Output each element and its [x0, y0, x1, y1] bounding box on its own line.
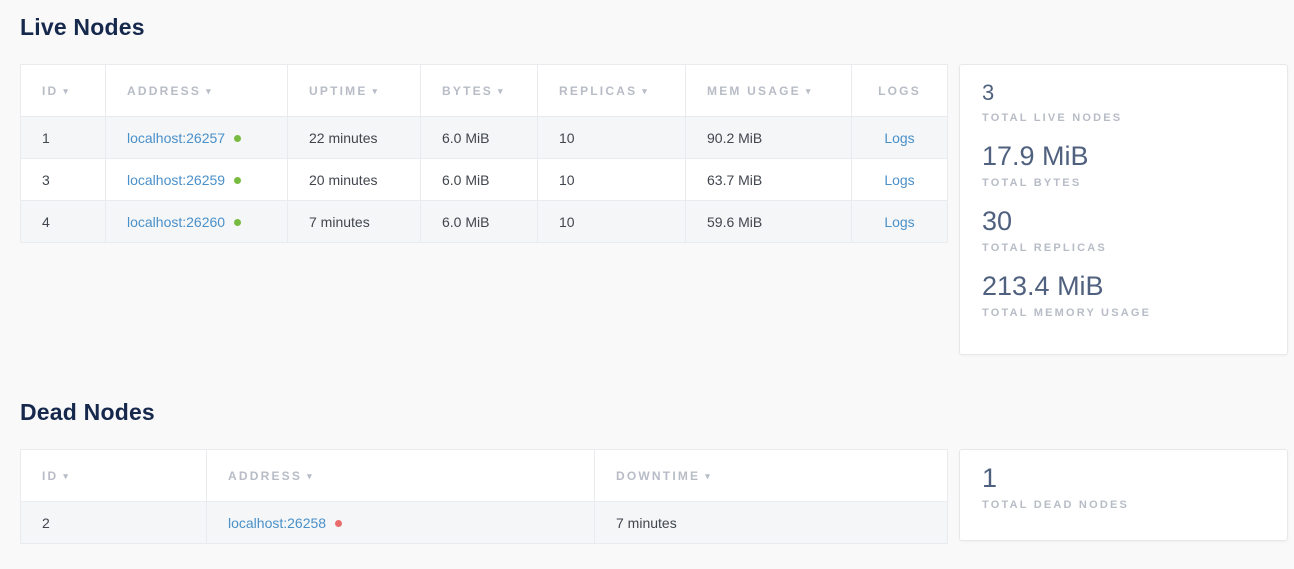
node-address-link[interactable]: localhost:26258 — [228, 515, 326, 531]
dead-nodes-table: ID▾ Address▾ Downtime▾ 2 loc — [20, 449, 948, 544]
node-address-link[interactable]: localhost:26259 — [127, 172, 225, 188]
cell-replicas: 10 — [538, 159, 686, 201]
cell-logs: Logs — [852, 159, 948, 201]
cell-bytes: 6.0 MiB — [421, 117, 538, 159]
column-header-label: Address — [228, 469, 302, 483]
cell-node-id: 2 — [21, 502, 207, 544]
column-header-logs: Logs — [852, 65, 948, 117]
dead-status-icon — [335, 520, 342, 527]
cell-mem-usage: 63.7 MiB — [686, 159, 852, 201]
stat-value: 17.9 MiB — [982, 141, 1267, 172]
live-summary-card: 3 Total live nodes 17.9 MiB Total bytes … — [959, 64, 1288, 355]
cell-node-address: localhost:26259 — [106, 159, 288, 201]
column-header-label: Uptime — [309, 84, 368, 98]
cell-logs: Logs — [852, 201, 948, 243]
cell-uptime: 20 minutes — [288, 159, 421, 201]
column-header-address[interactable]: Address ▾ — [106, 65, 288, 117]
sort-arrow-icon: ▾ — [373, 86, 380, 96]
stat-value: 1 — [982, 463, 1267, 494]
live-status-icon — [234, 135, 241, 142]
sort-arrow-icon: ▾ — [806, 86, 813, 96]
sort-arrow-icon: ▾ — [63, 86, 70, 96]
cell-node-id: 3 — [21, 159, 106, 201]
sort-arrow-icon: ▾ — [642, 86, 649, 96]
column-header-uptime[interactable]: Uptime ▾ — [288, 65, 421, 117]
column-header-id[interactable]: ID ▾ — [21, 65, 106, 117]
column-header-label: Mem Usage — [707, 84, 801, 98]
stat-value: 3 — [982, 78, 1267, 107]
live-nodes-title: Live Nodes — [20, 12, 1294, 42]
nodes-overview-page: Live Nodes ID ▾ Address ▾ Uptime ▾ — [0, 12, 1294, 544]
logs-link[interactable]: Logs — [884, 130, 914, 146]
stat-label: Total replicas — [982, 242, 1267, 254]
column-header-label: Bytes — [442, 84, 493, 98]
cell-logs: Logs — [852, 117, 948, 159]
cell-node-address: localhost:26257 — [106, 117, 288, 159]
column-header-label: ID — [42, 469, 58, 483]
sort-arrow-icon: ▾ — [206, 86, 213, 96]
node-address-link[interactable]: localhost:26260 — [127, 214, 225, 230]
stat-value: 30 — [982, 206, 1267, 237]
live-nodes-table: ID ▾ Address ▾ Uptime ▾ Bytes ▾ Replicas ▾ — [20, 64, 948, 243]
cell-uptime: 22 minutes — [288, 117, 421, 159]
live-status-icon — [234, 177, 241, 184]
stat-label: Total live nodes — [982, 112, 1267, 124]
cell-node-id: 1 — [21, 117, 106, 159]
cell-replicas: 10 — [538, 201, 686, 243]
node-address-link[interactable]: localhost:26257 — [127, 130, 225, 146]
table-row: 2 localhost:26258 7 minutes — [21, 502, 948, 544]
column-header-label: ID — [42, 84, 58, 98]
sort-arrow-icon: ▾ — [63, 471, 70, 481]
dead-table-header-row: ID ▾ Address ▾ Downtime ▾ — [21, 450, 948, 502]
column-header-label: Logs — [878, 84, 921, 98]
sort-arrow-icon: ▾ — [498, 86, 505, 96]
column-header-label: Replicas — [559, 84, 637, 98]
stat-label: Total dead nodes — [982, 499, 1267, 511]
cell-uptime: 7 minutes — [288, 201, 421, 243]
cell-mem-usage: 90.2 MiB — [686, 117, 852, 159]
stat-label: Total bytes — [982, 177, 1267, 189]
sort-arrow-icon: ▾ — [307, 471, 314, 481]
dead-nodes-section: Dead Nodes ID▾ Address▾ Downtim — [20, 397, 1294, 544]
column-header-replicas[interactable]: Replicas ▾ — [538, 65, 686, 117]
stat-total-dead-nodes: 1 Total dead nodes — [982, 463, 1267, 511]
stat-total-memory-usage: 213.4 MiB Total memory usage — [982, 271, 1267, 319]
dead-summary-card: 1 Total dead nodes — [959, 449, 1288, 541]
stat-value: 213.4 MiB — [982, 271, 1267, 302]
live-status-icon — [234, 219, 241, 226]
column-header-address[interactable]: Address ▾ — [207, 450, 595, 502]
dead-nodes-title: Dead Nodes — [20, 397, 1294, 427]
cell-node-address: localhost:26260 — [106, 201, 288, 243]
live-table-header-row: ID ▾ Address ▾ Uptime ▾ Bytes ▾ Replicas ▾ — [21, 65, 948, 117]
dead-nodes-row: ID▾ Address▾ Downtime▾ 2 loc — [20, 449, 1294, 544]
stat-total-live-nodes: 3 Total live nodes — [982, 78, 1267, 124]
stat-total-replicas: 30 Total replicas — [982, 206, 1267, 254]
table-row: 1 localhost:26257 22 minutes 6.0 MiB 10 … — [21, 117, 948, 159]
table-row: 4 localhost:26260 7 minutes 6.0 MiB 10 5… — [21, 201, 948, 243]
logs-link[interactable]: Logs — [884, 214, 914, 230]
logs-link[interactable]: Logs — [884, 172, 914, 188]
cell-bytes: 6.0 MiB — [421, 159, 538, 201]
stat-total-bytes: 17.9 MiB Total bytes — [982, 141, 1267, 189]
column-header-bytes[interactable]: Bytes ▾ — [421, 65, 538, 117]
cell-replicas: 10 — [538, 117, 686, 159]
cell-node-id: 4 — [21, 201, 106, 243]
sort-arrow-icon: ▾ — [705, 471, 712, 481]
column-header-label: Downtime — [616, 469, 700, 483]
table-row: 3 localhost:26259 20 minutes 6.0 MiB 10 … — [21, 159, 948, 201]
column-header-downtime[interactable]: Downtime ▾ — [595, 450, 948, 502]
cell-node-address: localhost:26258 — [207, 502, 595, 544]
column-header-mem-usage[interactable]: Mem Usage ▾ — [686, 65, 852, 117]
column-header-id[interactable]: ID ▾ — [21, 450, 207, 502]
cell-downtime: 7 minutes — [595, 502, 948, 544]
column-header-label: Address — [127, 84, 201, 98]
stat-label: Total memory usage — [982, 307, 1267, 319]
cell-bytes: 6.0 MiB — [421, 201, 538, 243]
live-nodes-section: ID ▾ Address ▾ Uptime ▾ Bytes ▾ Replicas ▾ — [20, 64, 1294, 355]
cell-mem-usage: 59.6 MiB — [686, 201, 852, 243]
